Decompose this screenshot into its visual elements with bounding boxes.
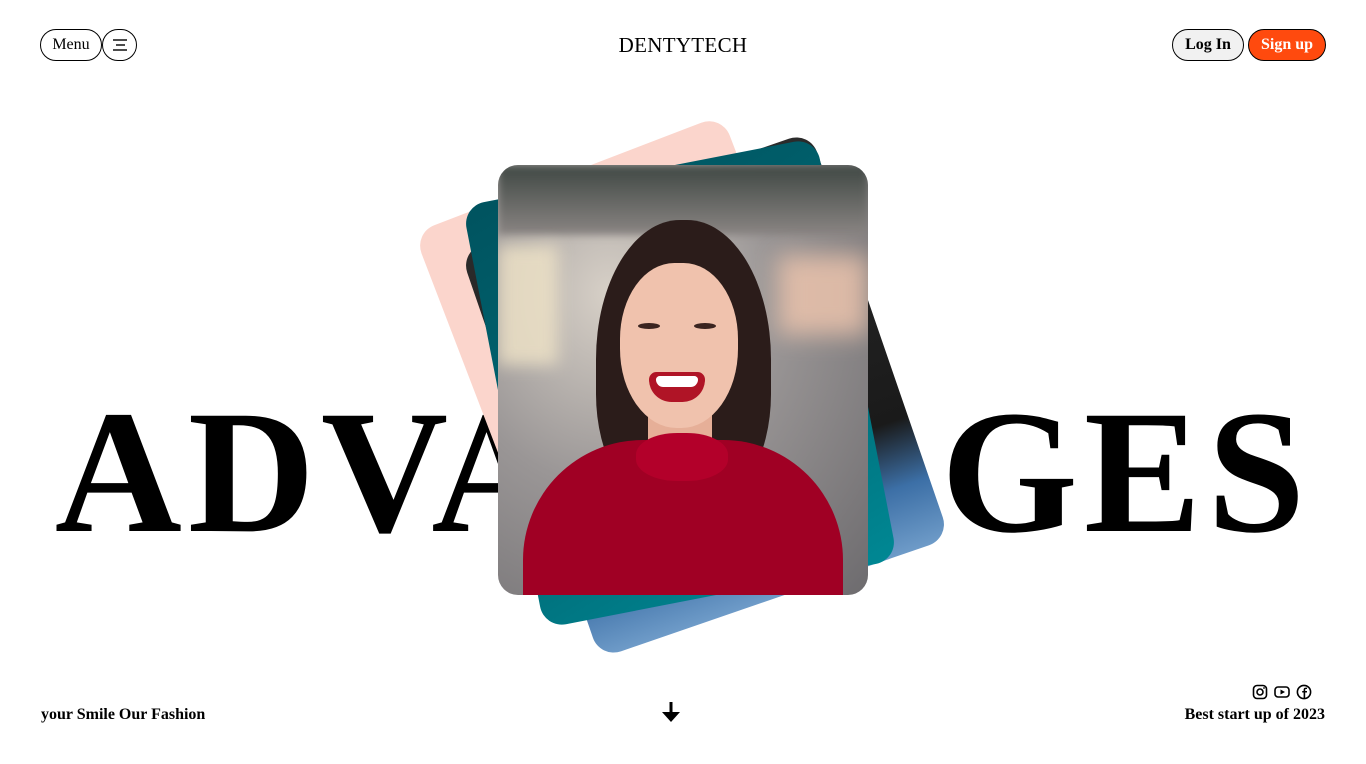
hero-photo-smiling-woman	[498, 165, 868, 595]
award-text: Best start up of 2023	[1184, 706, 1325, 723]
photo-eye	[638, 323, 660, 329]
photo-eye	[694, 323, 716, 329]
photo-bokeh-light	[778, 255, 868, 335]
signup-button[interactable]: Sign up	[1248, 29, 1326, 61]
site-logo[interactable]: DENTYTECH	[619, 33, 748, 58]
hamburger-icon	[112, 39, 127, 51]
youtube-icon[interactable]	[1274, 684, 1290, 700]
photo-face	[620, 263, 738, 428]
login-button[interactable]: Log In	[1172, 29, 1244, 61]
tagline: your Smile Our Fashion	[41, 706, 206, 723]
social-links	[1252, 684, 1312, 700]
facebook-icon[interactable]	[1296, 684, 1312, 700]
menu-icon-button[interactable]	[102, 29, 137, 61]
menu-button[interactable]: Menu	[40, 29, 102, 61]
photo-bokeh-light	[498, 245, 558, 365]
arrow-down-icon[interactable]	[661, 701, 681, 723]
instagram-icon[interactable]	[1252, 684, 1268, 700]
photo-collar	[636, 433, 728, 481]
photo-teeth	[656, 376, 698, 387]
site-header: Menu DENTYTECH Log In Sign up	[40, 29, 1326, 63]
